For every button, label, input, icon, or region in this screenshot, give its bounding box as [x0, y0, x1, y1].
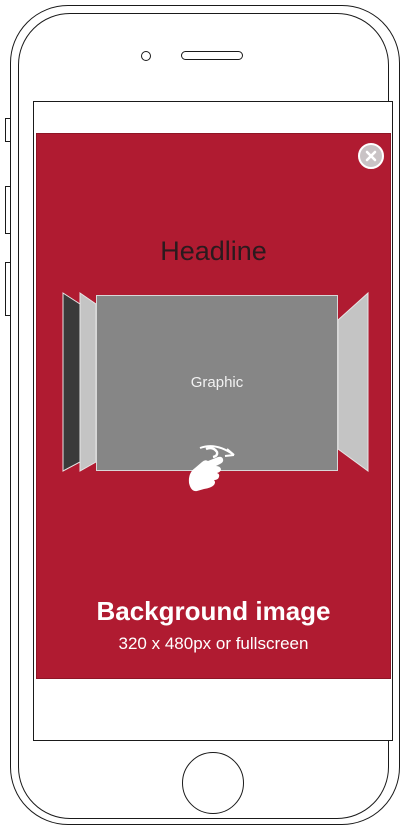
home-button[interactable] [182, 752, 244, 814]
mute-switch [5, 118, 10, 142]
volume-down-button [5, 262, 10, 316]
ad-headline: Headline [160, 236, 267, 266]
volume-up-button [5, 186, 10, 234]
close-icon [365, 150, 377, 162]
background-image-title: Background image [96, 596, 331, 626]
background-image-subtitle: 320 x 480px or fullscreen [118, 634, 309, 653]
close-button[interactable] [358, 143, 384, 169]
front-camera [141, 51, 151, 61]
earpiece-speaker [181, 51, 243, 60]
swipe-hand-icon [188, 445, 235, 492]
graphic-label: Graphic [190, 374, 244, 391]
